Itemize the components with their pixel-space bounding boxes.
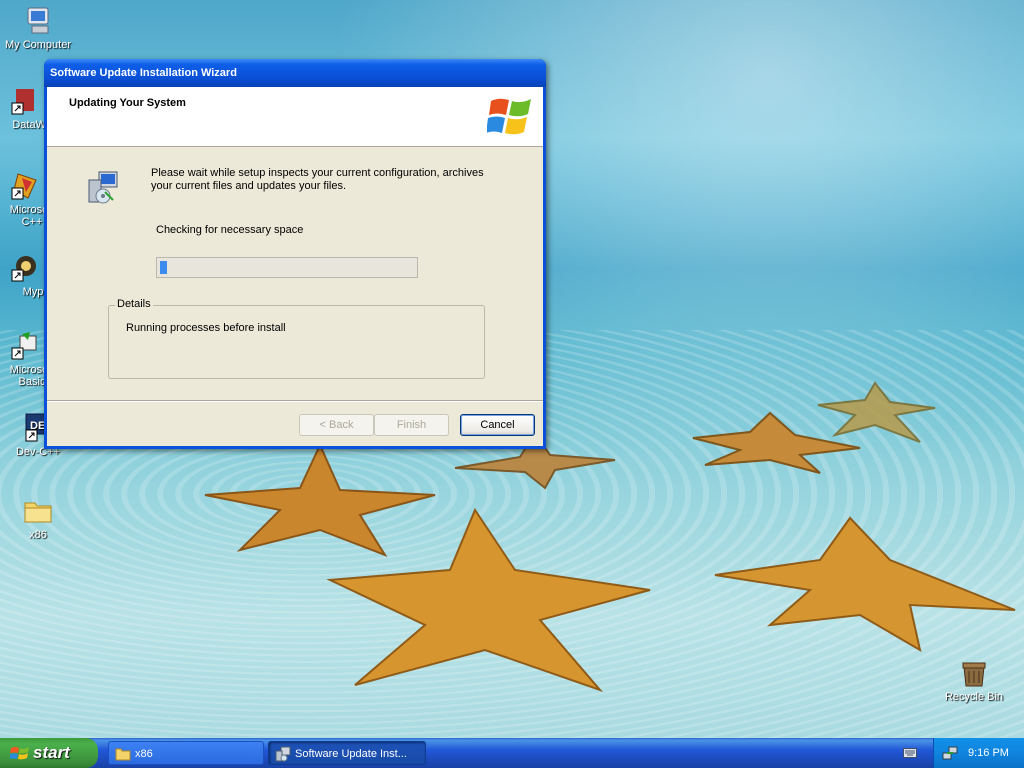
back-button[interactable]: < Back: [299, 414, 374, 436]
window-title: Software Update Installation Wizard: [50, 67, 237, 79]
taskbar-button-software-update[interactable]: Software Update Inst...: [268, 741, 426, 765]
details-text: Running processes before install: [126, 322, 286, 334]
windows-logo-icon: [487, 98, 531, 135]
recycle-bin-icon: [958, 657, 990, 689]
wallpaper-starfish: [714, 516, 1016, 653]
banner-title: Updating Your System: [69, 97, 186, 109]
cancel-button[interactable]: Cancel: [460, 414, 535, 436]
visual-basic-shortcut-icon: [8, 330, 40, 362]
progress-status-text: Checking for necessary space: [156, 224, 304, 236]
wizard-banner: Updating Your System: [47, 87, 543, 147]
details-label: Details: [115, 298, 153, 310]
taskbar-button-label: x86: [135, 748, 153, 760]
desktop-icon-x86[interactable]: x86: [0, 495, 76, 541]
setup-computer-icon: [88, 171, 118, 204]
desktop-icon-label: x86: [29, 529, 47, 541]
folder-icon: [115, 748, 131, 761]
start-label: start: [33, 743, 70, 762]
wizard-client-area: Updating Your System Please wait while s…: [47, 87, 543, 446]
install-progress-bar: [156, 257, 418, 278]
wallpaper-starfish: [817, 381, 936, 443]
progress-bar-fill: [160, 261, 168, 274]
windows-flag-icon: [10, 747, 29, 760]
wizard-message: Please wait while setup inspects your cu…: [151, 167, 484, 192]
wizard-window: Software Update Installation Wizard Upda…: [44, 59, 546, 449]
start-button[interactable]: start: [0, 738, 98, 768]
taskbar-button-label: Software Update Inst...: [295, 748, 407, 760]
setup-icon: [275, 746, 291, 762]
desktop-icon-my-computer[interactable]: My Computer: [0, 5, 76, 51]
my-computer-icon: [22, 5, 54, 37]
datawa-shortcut-icon: [8, 85, 40, 117]
taskbar-clock[interactable]: 9:16 PM: [968, 738, 1009, 768]
wallpaper-starfish: [326, 507, 651, 693]
network-icon[interactable]: [942, 745, 958, 761]
window-titlebar[interactable]: Software Update Installation Wizard: [44, 59, 546, 87]
details-groupbox: Details Running processes before install: [108, 298, 485, 379]
system-tray: 9:16 PM: [933, 738, 1024, 768]
desktop-icon-recycle-bin[interactable]: Recycle Bin: [936, 657, 1012, 703]
keyboard-language-icon[interactable]: [903, 747, 917, 759]
taskbar: start x86 Software Update Inst... 9:16 P…: [0, 738, 1024, 768]
desktop-icon-label: Recycle Bin: [944, 691, 1004, 703]
myp-shortcut-icon: [8, 252, 40, 284]
desktop-icon-label: My Computer: [4, 39, 72, 51]
taskbar-button-x86[interactable]: x86: [108, 741, 264, 765]
visual-cpp-shortcut-icon: [8, 170, 40, 202]
folder-icon: [22, 495, 54, 527]
button-separator: [47, 400, 543, 402]
finish-button[interactable]: Finish: [374, 414, 449, 436]
